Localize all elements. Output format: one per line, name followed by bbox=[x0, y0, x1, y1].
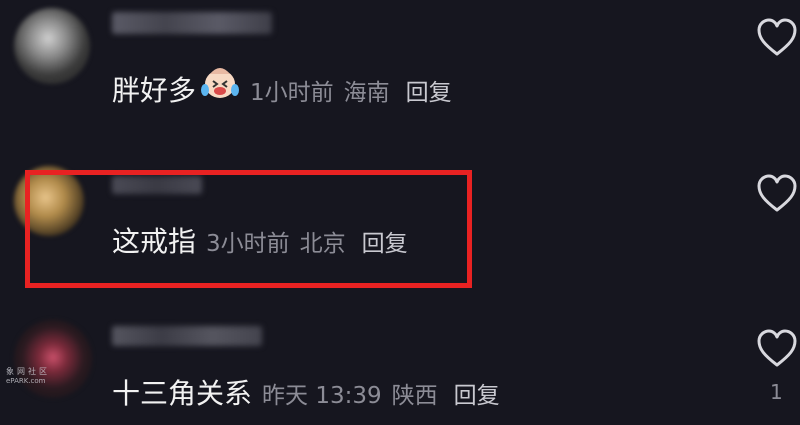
watermark-en: ePARK.com bbox=[6, 377, 46, 385]
like-count: 1 bbox=[770, 380, 783, 404]
watermark: 象网社区 ePARK.com bbox=[6, 366, 66, 385]
comment-line: 十三角关系 昨天 13:39 陕西 回复 bbox=[112, 372, 500, 412]
comment-line: 胖好多 1小时前 海南 回复 bbox=[112, 64, 452, 109]
comment-text: 十三角关系 bbox=[112, 377, 253, 410]
username-blurred[interactable] bbox=[112, 326, 262, 346]
comment-time: 昨天 13:39 bbox=[262, 383, 382, 409]
reply-button[interactable]: 回复 bbox=[406, 73, 452, 107]
avatar[interactable] bbox=[14, 320, 92, 398]
reply-button[interactable]: 回复 bbox=[454, 376, 500, 410]
comment-time: 1小时前 bbox=[250, 80, 334, 106]
like-heart-icon[interactable] bbox=[756, 329, 798, 369]
avatar[interactable] bbox=[14, 8, 90, 84]
comment-location: 陕西 bbox=[391, 383, 438, 409]
crying-laughing-emoji-icon bbox=[201, 68, 240, 98]
username-blurred[interactable] bbox=[112, 12, 272, 34]
like-heart-icon[interactable] bbox=[756, 174, 798, 214]
comment-location: 海南 bbox=[343, 80, 390, 106]
red-highlight-box bbox=[25, 170, 472, 288]
watermark-cn: 象网社区 bbox=[6, 367, 50, 376]
comment-text: 胖好多 bbox=[112, 74, 197, 107]
like-heart-icon[interactable] bbox=[756, 18, 798, 58]
